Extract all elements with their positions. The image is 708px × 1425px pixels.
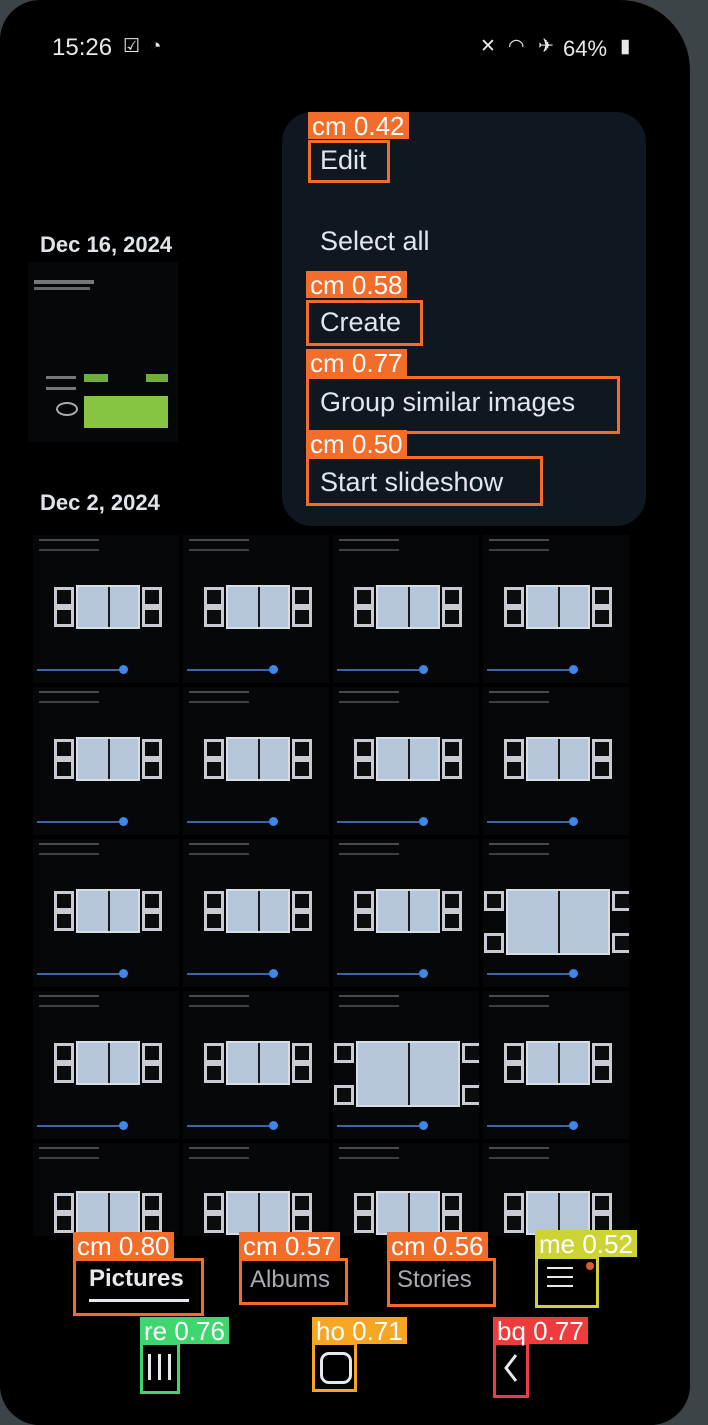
detection-box bbox=[306, 456, 543, 506]
detection-box bbox=[312, 1342, 357, 1392]
detection-box bbox=[387, 1258, 496, 1307]
photo-thumbnail[interactable] bbox=[28, 262, 178, 442]
photo-thumbnail[interactable] bbox=[183, 991, 329, 1139]
detection-box bbox=[535, 1256, 599, 1308]
detection-label: re 0.76 bbox=[140, 1317, 229, 1345]
photo-thumbnail[interactable] bbox=[483, 687, 629, 835]
battery-level: 64% bbox=[563, 36, 608, 61]
battery-icon: ▮ bbox=[620, 36, 631, 57]
detection-label: cm 0.58 bbox=[306, 271, 407, 299]
photo-thumbnail[interactable] bbox=[483, 839, 629, 987]
photo-thumbnail[interactable] bbox=[333, 535, 479, 683]
status-time: 15:26 bbox=[52, 34, 113, 61]
phone-screen: 15:26 ☑ ◔ ✕ ◠ ✈ 64% ▮ Dec 16, 2024 Dec 2… bbox=[0, 0, 690, 1425]
detection-box bbox=[239, 1258, 348, 1305]
detection-label: cm 0.42 bbox=[308, 112, 409, 140]
date-header: Dec 16, 2024 bbox=[40, 232, 173, 257]
photo-thumbnail[interactable] bbox=[33, 839, 179, 987]
detection-box bbox=[73, 1258, 204, 1316]
detection-label: bq 0.77 bbox=[493, 1317, 588, 1345]
detection-label: cm 0.57 bbox=[239, 1232, 340, 1260]
detection-box bbox=[306, 300, 423, 346]
photo-thumbnail[interactable] bbox=[483, 535, 629, 683]
photo-thumbnail[interactable] bbox=[33, 535, 179, 683]
detection-box bbox=[493, 1342, 529, 1398]
wifi-icon: ◠ bbox=[508, 36, 525, 57]
detection-box bbox=[308, 140, 390, 183]
menu-item-select-all[interactable]: Select all bbox=[320, 226, 430, 257]
photo-thumbnail[interactable] bbox=[483, 1143, 629, 1236]
detection-box bbox=[306, 376, 620, 434]
detection-box bbox=[140, 1342, 180, 1394]
airplane-icon: ✈ bbox=[538, 36, 554, 57]
photo-thumbnail[interactable] bbox=[183, 535, 329, 683]
photo-thumbnail[interactable] bbox=[483, 991, 629, 1139]
detection-label: cm 0.77 bbox=[306, 349, 407, 377]
checklist-icon: ☑ bbox=[123, 36, 141, 57]
photo-thumbnail[interactable] bbox=[183, 1143, 329, 1236]
photo-thumbnail[interactable] bbox=[33, 687, 179, 835]
photo-thumbnail[interactable] bbox=[33, 991, 179, 1139]
photo-thumbnail[interactable] bbox=[333, 687, 479, 835]
photo-thumbnail[interactable] bbox=[33, 1143, 179, 1236]
status-bar: 15:26 ☑ ◔ ✕ ◠ ✈ 64% ▮ bbox=[0, 0, 690, 90]
date-header: Dec 2, 2024 bbox=[40, 490, 160, 515]
photo-thumbnail[interactable] bbox=[333, 1143, 479, 1236]
photo-thumbnail[interactable] bbox=[183, 687, 329, 835]
detection-label: me 0.52 bbox=[535, 1230, 637, 1258]
mute-icon: ✕ bbox=[480, 36, 496, 57]
detection-label: ho 0.71 bbox=[312, 1317, 407, 1345]
detection-label: cm 0.80 bbox=[73, 1232, 174, 1260]
app-notification-icon: ◔ bbox=[150, 36, 162, 57]
photo-thumbnail[interactable] bbox=[333, 991, 479, 1139]
photo-thumbnail[interactable] bbox=[333, 839, 479, 987]
photo-thumbnail[interactable] bbox=[183, 839, 329, 987]
detection-label: cm 0.56 bbox=[387, 1232, 488, 1260]
detection-label: cm 0.50 bbox=[306, 430, 407, 458]
